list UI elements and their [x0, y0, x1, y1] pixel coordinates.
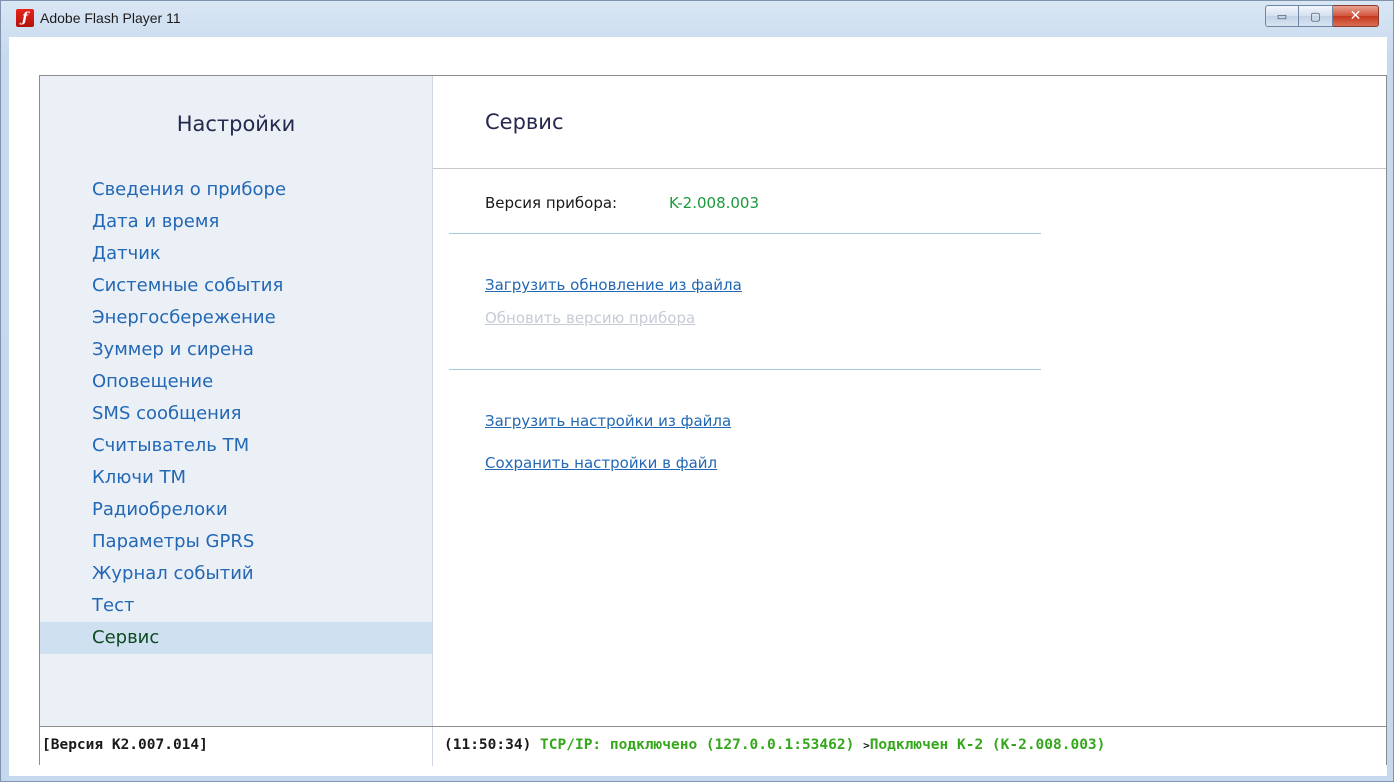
device-version-row: Версия прибора: K-2.008.003 — [485, 194, 759, 212]
sidebar-item-tm-keys[interactable]: Ключи ТМ — [40, 462, 432, 494]
divider — [449, 369, 1041, 370]
sidebar-item-service[interactable]: Сервис — [40, 622, 432, 654]
tcp-status: TCP/IP: подключено (127.0.0.1:53462) — [540, 737, 855, 753]
device-status: Подключен K-2 (K-2.008.003) — [869, 737, 1106, 753]
load-settings-link[interactable]: Загрузить настройки из файла — [485, 412, 731, 430]
sidebar-item-sms[interactable]: SMS сообщения — [40, 398, 432, 430]
connection-status: (11:50:34) TCP/IP: подключено (127.0.0.1… — [444, 737, 1105, 753]
status-bar: [Версия K2.007.014] (11:50:34) TCP/IP: п… — [40, 726, 1386, 766]
sidebar-item-power-saving[interactable]: Энергосбережение — [40, 302, 432, 334]
main-header: Сервис — [433, 76, 1386, 169]
sidebar-item-notification[interactable]: Оповещение — [40, 366, 432, 398]
client-area: Настройки Сведения о приборе Дата и врем… — [9, 37, 1387, 776]
sidebar-item-test[interactable]: Тест — [40, 590, 432, 622]
sidebar-item-system-events[interactable]: Системные события — [40, 270, 432, 302]
sidebar-item-radio-fobs[interactable]: Радиобрелоки — [40, 494, 432, 526]
sidebar-item-buzzer-siren[interactable]: Зуммер и сирена — [40, 334, 432, 366]
flash-logo-icon: ƒ — [16, 9, 34, 27]
minimize-button[interactable]: ▭ — [1265, 5, 1299, 27]
close-button[interactable]: ✕ — [1333, 5, 1379, 27]
sidebar-nav: Сведения о приборе Дата и время Датчик С… — [40, 174, 432, 654]
app-version: [Версия K2.007.014] — [42, 737, 208, 753]
window-title: Adobe Flash Player 11 — [40, 10, 181, 26]
status-divider — [432, 727, 433, 766]
sidebar-title: Настройки — [176, 112, 296, 136]
device-version-value: K-2.008.003 — [669, 194, 760, 212]
device-version-label: Версия прибора: — [485, 194, 618, 212]
status-time: (11:50:34) — [444, 737, 532, 753]
update-device-link[interactable]: Обновить версию прибора — [485, 309, 695, 327]
sidebar-item-sensor[interactable]: Датчик — [40, 238, 432, 270]
sidebar-item-gprs[interactable]: Параметры GPRS — [40, 526, 432, 558]
settings-panel: Настройки Сведения о приборе Дата и врем… — [39, 75, 1387, 766]
sidebar-item-device-info[interactable]: Сведения о приборе — [40, 174, 432, 206]
sidebar-item-event-log[interactable]: Журнал событий — [40, 558, 432, 590]
upload-update-link[interactable]: Загрузить обновление из файла — [485, 276, 742, 294]
page-title: Сервис — [485, 110, 564, 134]
window-controls: ▭ ▢ ✕ — [1265, 5, 1379, 27]
save-settings-link[interactable]: Сохранить настройки в файл — [485, 454, 717, 472]
arrow-icon: > — [863, 739, 870, 752]
app-window: ƒ Adobe Flash Player 11 ▭ ▢ ✕ Настройки … — [0, 0, 1394, 782]
sidebar: Настройки Сведения о приборе Дата и врем… — [40, 76, 433, 726]
title-bar[interactable]: ƒ Adobe Flash Player 11 ▭ ▢ ✕ — [1, 1, 1393, 37]
divider — [449, 233, 1041, 234]
sidebar-item-date-time[interactable]: Дата и время — [40, 206, 432, 238]
main-content: Сервис Версия прибора: K-2.008.003 Загруз… — [433, 76, 1386, 726]
maximize-button[interactable]: ▢ — [1299, 5, 1333, 27]
sidebar-item-tm-reader[interactable]: Считыватель ТМ — [40, 430, 432, 462]
